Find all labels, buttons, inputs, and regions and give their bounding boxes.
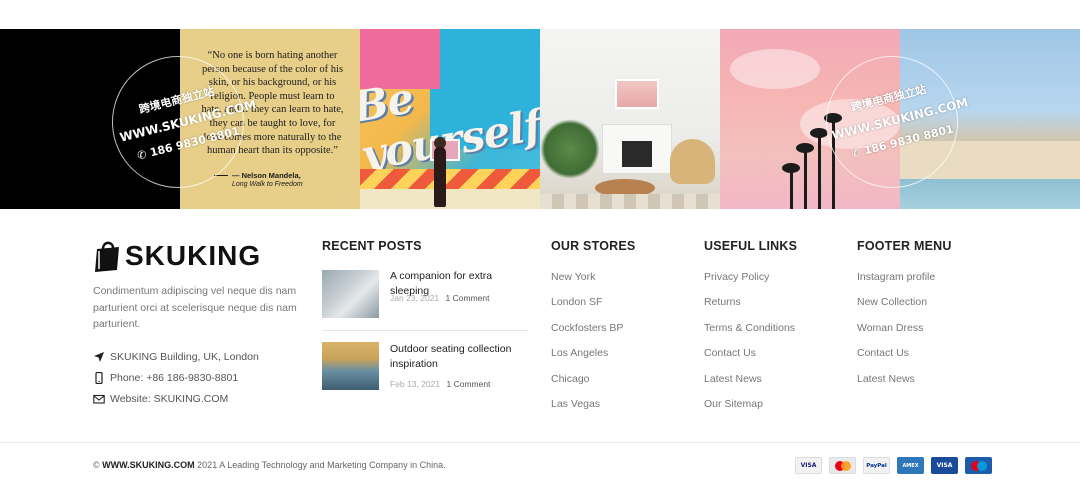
post-title[interactable]: Outdoor seating collection inspiration (390, 342, 532, 371)
our-stores-heading: OUR STORES (551, 239, 636, 253)
website-line: Website: SKUKING.COM (93, 393, 228, 405)
maestro-icon (965, 457, 992, 474)
post-thumbnail[interactable] (322, 270, 379, 318)
post-meta: Jan 23, 2021 1 Comment (390, 293, 489, 303)
logo-text: SKUKING (125, 240, 262, 271)
footer-menu-link[interactable]: Woman Dress (857, 322, 923, 334)
envelope-icon (93, 393, 105, 405)
address-line: SKUKING Building, UK, London (93, 351, 259, 363)
palm-tree-top (796, 143, 814, 153)
footer-menu-link[interactable]: Latest News (857, 373, 915, 385)
palm-tree (790, 169, 793, 209)
useful-link[interactable]: Latest News (704, 373, 762, 385)
store-link[interactable]: Las Vegas (551, 398, 600, 410)
paypal-icon: PayPal (863, 457, 890, 474)
copyright-site-link[interactable]: WWW.SKUKING.COM (102, 460, 195, 470)
post-comments-link[interactable]: 1 Comment (446, 379, 490, 389)
copyright-symbol: © (93, 460, 100, 470)
copyright: © WWW.SKUKING.COM 2021 A Leading Technol… (93, 460, 446, 470)
useful-link[interactable]: Our Sitemap (704, 398, 763, 410)
useful-link[interactable]: Terms & Conditions (704, 322, 795, 334)
palm-tree-top (810, 128, 828, 138)
store-link[interactable]: London SF (551, 296, 602, 308)
room-plant (540, 119, 600, 179)
post-divider (322, 330, 528, 331)
post-date: Jan 23, 2021 (390, 293, 440, 303)
palm-tree (804, 149, 807, 209)
quote-book: Long Walk to Freedom (232, 181, 303, 188)
copyright-text: 2021 A Leading Technology and Marketing … (197, 460, 446, 470)
footer-menu-heading: FOOTER MENU (857, 239, 952, 253)
visa-electron-icon: VISA (931, 457, 958, 474)
store-link[interactable]: Los Angeles (551, 347, 608, 359)
post-comments-link[interactable]: 1 Comment (446, 293, 490, 303)
recent-posts-heading: RECENT POSTS (322, 239, 422, 253)
post-thumbnail[interactable] (322, 342, 379, 390)
footer-menu-link[interactable]: Instagram profile (857, 271, 935, 283)
instagram-photo-livingroom[interactable] (540, 29, 720, 209)
beach-sea (900, 179, 1080, 209)
post-date: Feb 13, 2021 (390, 379, 441, 389)
useful-link[interactable]: Privacy Policy (704, 271, 769, 283)
amex-icon: AMEX (897, 457, 924, 474)
useful-link[interactable]: Returns (704, 296, 741, 308)
palm-tree (818, 134, 821, 209)
shopping-bag-icon (93, 239, 121, 273)
instagram-photo-mural[interactable]: Be yourself (360, 29, 540, 209)
location-arrow-icon (93, 351, 105, 363)
mobile-phone-icon (93, 371, 105, 385)
room-chair (670, 139, 715, 184)
useful-link[interactable]: Contact Us (704, 347, 756, 359)
palm-tree-top (782, 163, 800, 173)
payment-methods: VISA PayPal AMEX VISA (795, 457, 992, 474)
store-link[interactable]: New York (551, 271, 595, 283)
site-logo[interactable]: SKUKING (93, 239, 261, 273)
useful-links-heading: USEFUL LINKS (704, 239, 798, 253)
store-link[interactable]: Chicago (551, 373, 590, 385)
quote-author: — Nelson Mandela, (232, 171, 301, 180)
phone-line: Phone: +86 186-9830-8801 (93, 371, 238, 385)
visa-icon: VISA (795, 457, 822, 474)
room-wall-art (615, 79, 659, 109)
mural-person (434, 147, 446, 207)
footer-menu-link[interactable]: New Collection (857, 296, 927, 308)
post-meta: Feb 13, 2021 1 Comment (390, 379, 490, 389)
sky-cloud (730, 49, 820, 89)
footer-divider (0, 442, 1080, 443)
footer-menu-link[interactable]: Contact Us (857, 347, 909, 359)
room-rug (540, 194, 720, 209)
room-fireplace-opening (622, 141, 652, 167)
mural-floor (360, 189, 540, 209)
site-footer: SKUKING Condimentum adipiscing vel neque… (0, 209, 1080, 442)
mastercard-icon (829, 457, 856, 474)
store-link[interactable]: Cockfosters BP (551, 322, 623, 334)
about-description: Condimentum adipiscing vel neque dis nam… (93, 285, 297, 330)
